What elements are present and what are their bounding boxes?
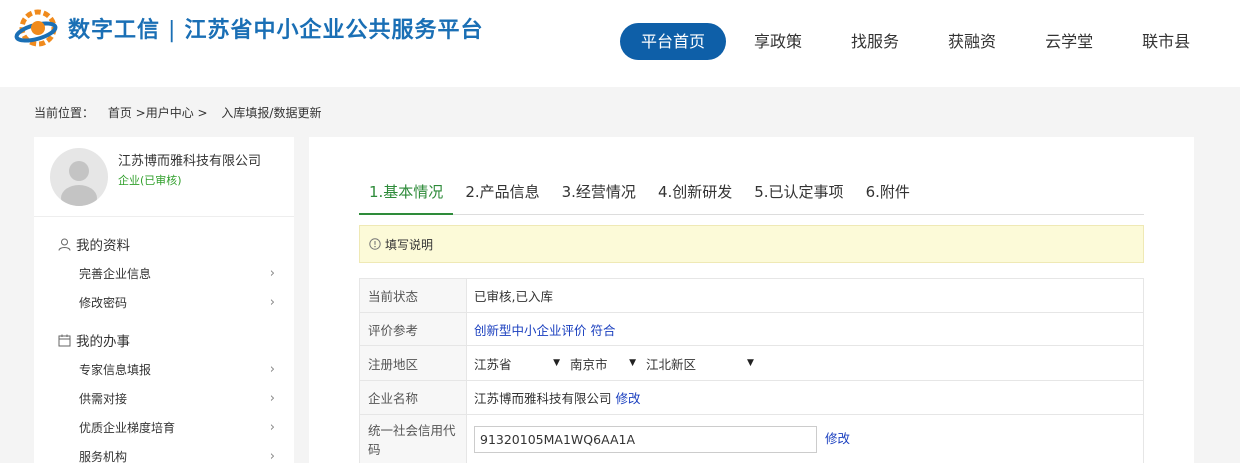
info-icon <box>369 238 381 250</box>
breadcrumb: 当前位置： 首页 >用户中心 > 入库填报/数据更新 <box>34 104 331 121</box>
fill-instructions-notice[interactable]: 填写说明 <box>359 225 1144 263</box>
chevron-down-icon: ▼ <box>747 358 754 368</box>
tab-product-info[interactable]: 2.产品信息 <box>455 173 549 215</box>
logo-icon <box>14 9 58 47</box>
tab-innovation[interactable]: 4.创新研发 <box>648 173 742 215</box>
brand-main: 数字工信 <box>68 18 161 43</box>
nav-finance[interactable]: 获融资 <box>927 23 1017 60</box>
chevron-down-icon: ▼ <box>629 358 636 368</box>
user-card: 江苏博而雅科技有限公司 企业(已审核) <box>34 137 294 217</box>
sidebar-item-label: 修改密码 <box>79 295 128 310</box>
section-my-profile: 我的资料 <box>58 234 130 254</box>
breadcrumb-home-link[interactable]: 首页 >用户中心 > <box>108 106 208 120</box>
chevron-right-icon: › <box>269 390 275 406</box>
company-name-label: 企业名称 <box>359 380 467 415</box>
district-select[interactable]: 江北新区 ▼ <box>646 354 754 373</box>
sidebar-item-label: 完善企业信息 <box>79 266 152 281</box>
sidebar-item-label: 优质企业梯度培育 <box>79 420 176 435</box>
breadcrumb-current: 入库填报/数据更新 <box>221 106 322 120</box>
nav-academy[interactable]: 云学堂 <box>1024 23 1114 60</box>
sidebar-item-change-password[interactable]: 修改密码 › <box>79 291 275 313</box>
form-row-credit-code: 统一社会信用代码 修改 <box>359 414 1144 463</box>
calendar-icon <box>58 334 71 346</box>
nav-cities[interactable]: 联市县 <box>1121 23 1211 60</box>
sidebar-item-supply-demand[interactable]: 供需对接 › <box>79 387 275 409</box>
sidebar-item-label: 服务机构 <box>79 449 128 463</box>
sidebar-item-service-agency[interactable]: 服务机构 › <box>79 445 275 463</box>
site-header: 数字工信 | 江苏省中小企业公共服务平台 平台首页 享政策 找服务 获融资 云学堂 … <box>0 0 1240 87</box>
tab-certifications[interactable]: 5.已认定事项 <box>744 173 853 215</box>
tab-basic-info[interactable]: 1.基本情况 <box>359 173 454 215</box>
sidebar-item-enterprise-cultivation[interactable]: 优质企业梯度培育 › <box>79 416 275 438</box>
credit-code-label: 统一社会信用代码 <box>359 414 467 463</box>
city-select[interactable]: 南京市 ▼ <box>570 354 636 373</box>
chevron-right-icon: › <box>269 448 275 463</box>
main-nav: 平台首页 享政策 找服务 获融资 云学堂 联市县 <box>620 23 1218 60</box>
form-row-region: 注册地区 江苏省 ▼ 南京市 ▼ 江北新区 ▼ <box>359 345 1144 381</box>
section-my-profile-label: 我的资料 <box>76 238 130 254</box>
sidebar: 江苏博而雅科技有限公司 企业(已审核) 我的资料 完善企业信息 › 修改密码 ›… <box>34 137 294 463</box>
tab-operations[interactable]: 3.经营情况 <box>552 173 646 215</box>
nav-home[interactable]: 平台首页 <box>620 23 727 60</box>
company-name-value: 江苏博而雅科技有限公司 <box>474 391 612 406</box>
region-label: 注册地区 <box>359 345 467 381</box>
tab-attachments[interactable]: 6.附件 <box>856 173 920 215</box>
company-name: 江苏博而雅科技有限公司 <box>118 154 262 169</box>
sidebar-item-label: 供需对接 <box>79 391 128 406</box>
city-value: 南京市 <box>569 356 608 372</box>
user-icon <box>58 238 71 251</box>
brand-separator: | <box>168 18 177 43</box>
status-value: 已审核,已入库 <box>466 278 1144 313</box>
sidebar-item-complete-info[interactable]: 完善企业信息 › <box>79 262 275 284</box>
credit-code-input[interactable] <box>474 425 817 453</box>
status-label: 当前状态 <box>359 278 467 313</box>
sidebar-item-expert-info[interactable]: 专家信息填报 › <box>79 358 275 380</box>
sidebar-item-label: 专家信息填报 <box>79 362 152 377</box>
user-silhouette-icon <box>61 161 97 206</box>
section-my-affairs-label: 我的办事 <box>76 334 130 350</box>
main-panel: 1.基本情况 2.产品信息 3.经营情况 4.创新研发 5.已认定事项 6.附件… <box>309 137 1194 463</box>
evaluation-link[interactable]: 创新型中小企业评价 符合 <box>474 323 615 338</box>
form-row-evaluation: 评价参考 创新型中小企业评价 符合 <box>359 312 1144 346</box>
breadcrumb-prefix: 当前位置： <box>34 106 95 120</box>
basic-info-form: 当前状态 已审核,已入库 评价参考 创新型中小企业评价 符合 注册地区 江苏省 ▼… <box>359 278 1144 463</box>
chevron-right-icon: › <box>269 265 275 281</box>
form-row-company-name: 企业名称 江苏博而雅科技有限公司 修改 <box>359 380 1144 415</box>
form-row-status: 当前状态 已审核,已入库 <box>359 278 1144 313</box>
section-my-affairs: 我的办事 <box>58 330 130 350</box>
nav-service[interactable]: 找服务 <box>830 23 920 60</box>
chevron-right-icon: › <box>269 361 275 377</box>
notice-text: 填写说明 <box>385 237 434 252</box>
brand-title[interactable]: 数字工信 | 江苏省中小企业公共服务平台 <box>68 12 483 44</box>
form-tabs: 1.基本情况 2.产品信息 3.经营情况 4.创新研发 5.已认定事项 6.附件 <box>359 173 1144 215</box>
edit-credit-code-link[interactable]: 修改 <box>825 431 850 446</box>
province-value: 江苏省 <box>474 356 512 372</box>
province-select[interactable]: 江苏省 ▼ <box>474 354 560 373</box>
brand-sub: 江苏省中小企业公共服务平台 <box>184 18 484 43</box>
chevron-right-icon: › <box>269 419 275 435</box>
evaluation-label: 评价参考 <box>359 312 467 346</box>
nav-policy[interactable]: 享政策 <box>733 23 823 60</box>
chevron-down-icon: ▼ <box>553 358 560 368</box>
district-value: 江北新区 <box>645 356 696 372</box>
avatar <box>50 148 108 206</box>
chevron-right-icon: › <box>269 294 275 310</box>
company-status-badge: 企业(已审核) <box>118 174 182 187</box>
edit-company-name-link[interactable]: 修改 <box>616 391 641 406</box>
